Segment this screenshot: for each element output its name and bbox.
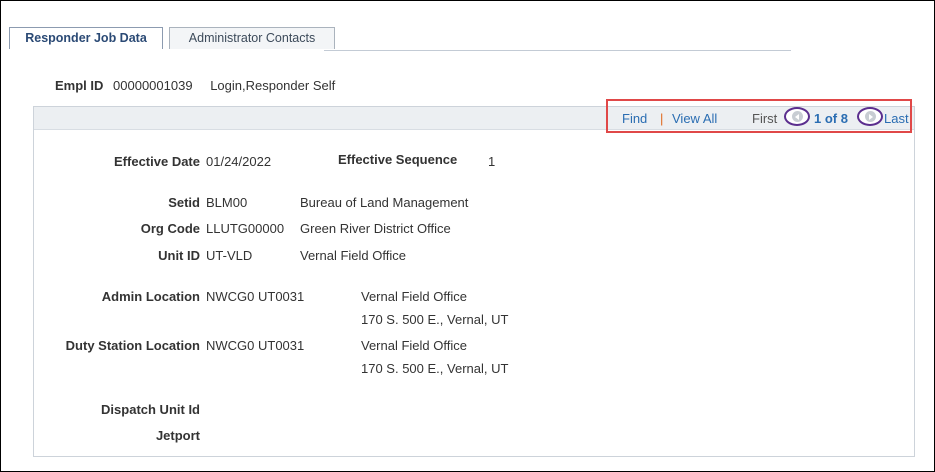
- effective-sequence-label: Effective Sequence: [338, 152, 458, 167]
- view-all-link[interactable]: View All: [672, 111, 717, 126]
- effective-sequence-value: 1: [488, 154, 496, 169]
- duty-station-label: Duty Station Location: [65, 338, 200, 353]
- unit-id-description: Vernal Field Office: [300, 248, 406, 263]
- effective-date-value: 01/24/2022: [206, 154, 272, 169]
- duty-station-address: 170 S. 500 E., Vernal, UT: [361, 361, 509, 376]
- org-code-label: Org Code: [140, 221, 200, 236]
- employee-name: Login,Responder Self: [210, 78, 336, 93]
- tab-underline: [324, 50, 791, 51]
- org-code-value: LLUTG00000: [206, 221, 285, 236]
- previous-button[interactable]: [784, 107, 810, 126]
- nav-separator: |: [660, 111, 664, 126]
- employee-header: Empl ID 00000001039 Login,Responder Self: [55, 78, 335, 93]
- find-link[interactable]: Find: [622, 111, 647, 126]
- empl-id-value: 00000001039: [113, 78, 193, 93]
- setid-description: Bureau of Land Management: [300, 195, 469, 210]
- admin-location-name: Vernal Field Office: [361, 289, 467, 304]
- unit-id-label: Unit ID: [158, 248, 200, 263]
- tab-administrator-contacts[interactable]: Administrator Contacts: [169, 27, 335, 49]
- duty-station-name: Vernal Field Office: [361, 338, 467, 353]
- dispatch-unit-id-label: Dispatch Unit Id: [101, 402, 200, 417]
- row-position: 1 of 8: [814, 111, 848, 126]
- admin-location-label: Admin Location: [101, 289, 200, 304]
- duty-station-value: NWCG0 UT0031: [206, 338, 305, 353]
- unit-id-value: UT-VLD: [206, 248, 253, 263]
- left-arrow-icon: [792, 111, 803, 122]
- admin-location-address: 170 S. 500 E., Vernal, UT: [361, 312, 509, 327]
- last-link[interactable]: Last: [884, 111, 909, 126]
- admin-location-value: NWCG0 UT0031: [206, 289, 305, 304]
- first-label: First: [752, 111, 778, 126]
- setid-label: Setid: [168, 195, 200, 210]
- empl-id-label: Empl ID: [55, 78, 104, 93]
- org-code-description: Green River District Office: [300, 221, 451, 236]
- tab-responder-job-data[interactable]: Responder Job Data: [9, 27, 163, 49]
- right-arrow-icon: [865, 111, 876, 122]
- jetport-label: Jetport: [155, 428, 200, 443]
- effective-date-label: Effective Date: [114, 154, 200, 169]
- setid-value: BLM00: [206, 195, 248, 210]
- next-button[interactable]: [857, 107, 883, 126]
